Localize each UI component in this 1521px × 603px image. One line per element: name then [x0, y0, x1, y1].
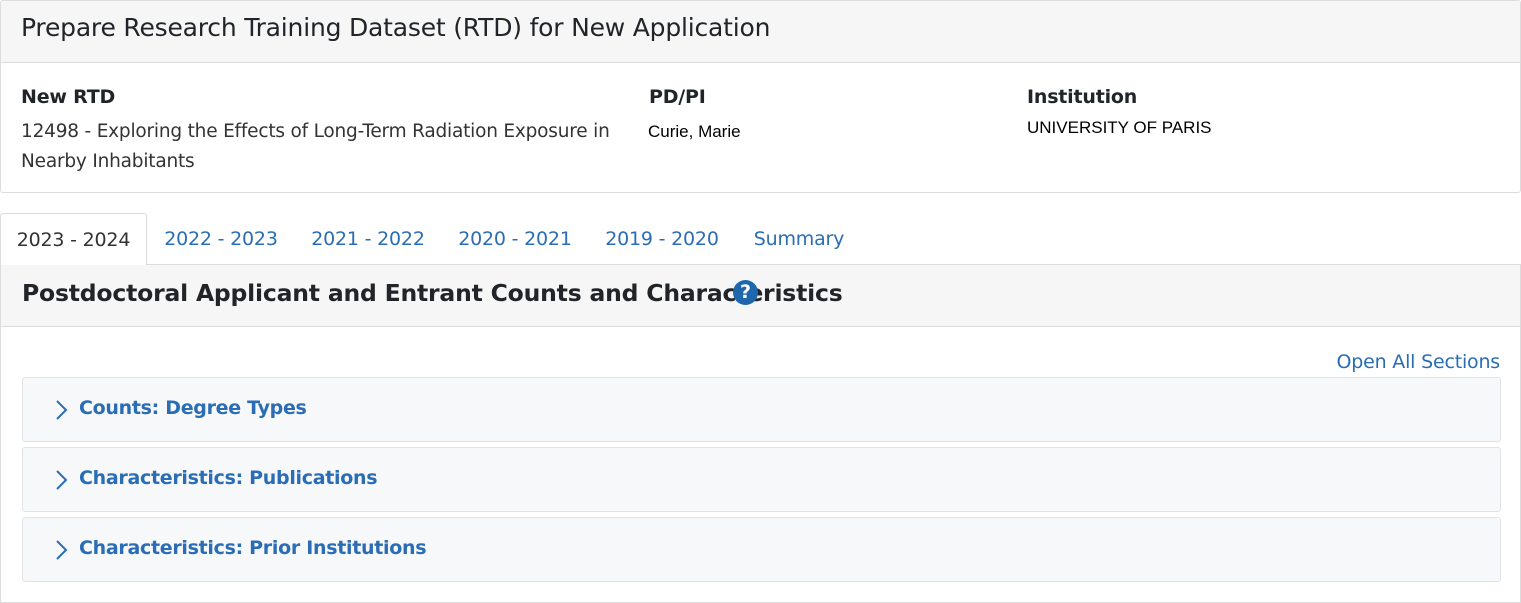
- accordion-characteristics-prior-institutions[interactable]: Characteristics: Prior Institutions: [22, 517, 1501, 582]
- pdpi-label: PD/PI: [649, 86, 706, 108]
- tab-2019-2020[interactable]: 2019 - 2020: [592, 213, 732, 265]
- year-tabs: 2023 - 2024 2022 - 2023 2021 - 2022 2020…: [0, 213, 1521, 266]
- page-title: Prepare Research Training Dataset (RTD) …: [21, 13, 771, 42]
- question-circle-icon[interactable]: ?: [733, 280, 758, 305]
- tab-2022-2023[interactable]: 2022 - 2023: [151, 213, 291, 265]
- chevron-right-icon: [56, 540, 68, 560]
- accordion-characteristics-publications[interactable]: Characteristics: Publications: [22, 447, 1501, 512]
- new-rtd-value: 12498 - Exploring the Effects of Long-Te…: [21, 121, 610, 172]
- institution-value: UNIVERSITY OF PARIS: [1027, 118, 1212, 137]
- chevron-right-icon: [56, 400, 68, 420]
- open-all-sections-link[interactable]: Open All Sections: [1337, 351, 1501, 373]
- section-panel: Postdoctoral Applicant and Entrant Count…: [0, 265, 1521, 603]
- accordion-label: Characteristics: Publications: [79, 467, 378, 489]
- section-panel-header: Postdoctoral Applicant and Entrant Count…: [1, 265, 1520, 327]
- institution-label: Institution: [1027, 86, 1138, 108]
- accordion-label: Characteristics: Prior Institutions: [79, 537, 427, 559]
- tab-summary[interactable]: Summary: [740, 213, 858, 265]
- pdpi-value: Curie, Marie: [648, 122, 741, 141]
- tab-2020-2021[interactable]: 2020 - 2021: [445, 213, 585, 265]
- accordion-label: Counts: Degree Types: [79, 397, 307, 419]
- new-rtd-label: New RTD: [21, 86, 116, 108]
- tab-2023-2024[interactable]: 2023 - 2024: [0, 213, 147, 266]
- chevron-right-icon: [56, 470, 68, 490]
- accordion-counts-degree-types[interactable]: Counts: Degree Types: [22, 377, 1501, 442]
- section-title: Postdoctoral Applicant and Entrant Count…: [22, 279, 843, 307]
- tab-2021-2022[interactable]: 2021 - 2022: [298, 213, 438, 265]
